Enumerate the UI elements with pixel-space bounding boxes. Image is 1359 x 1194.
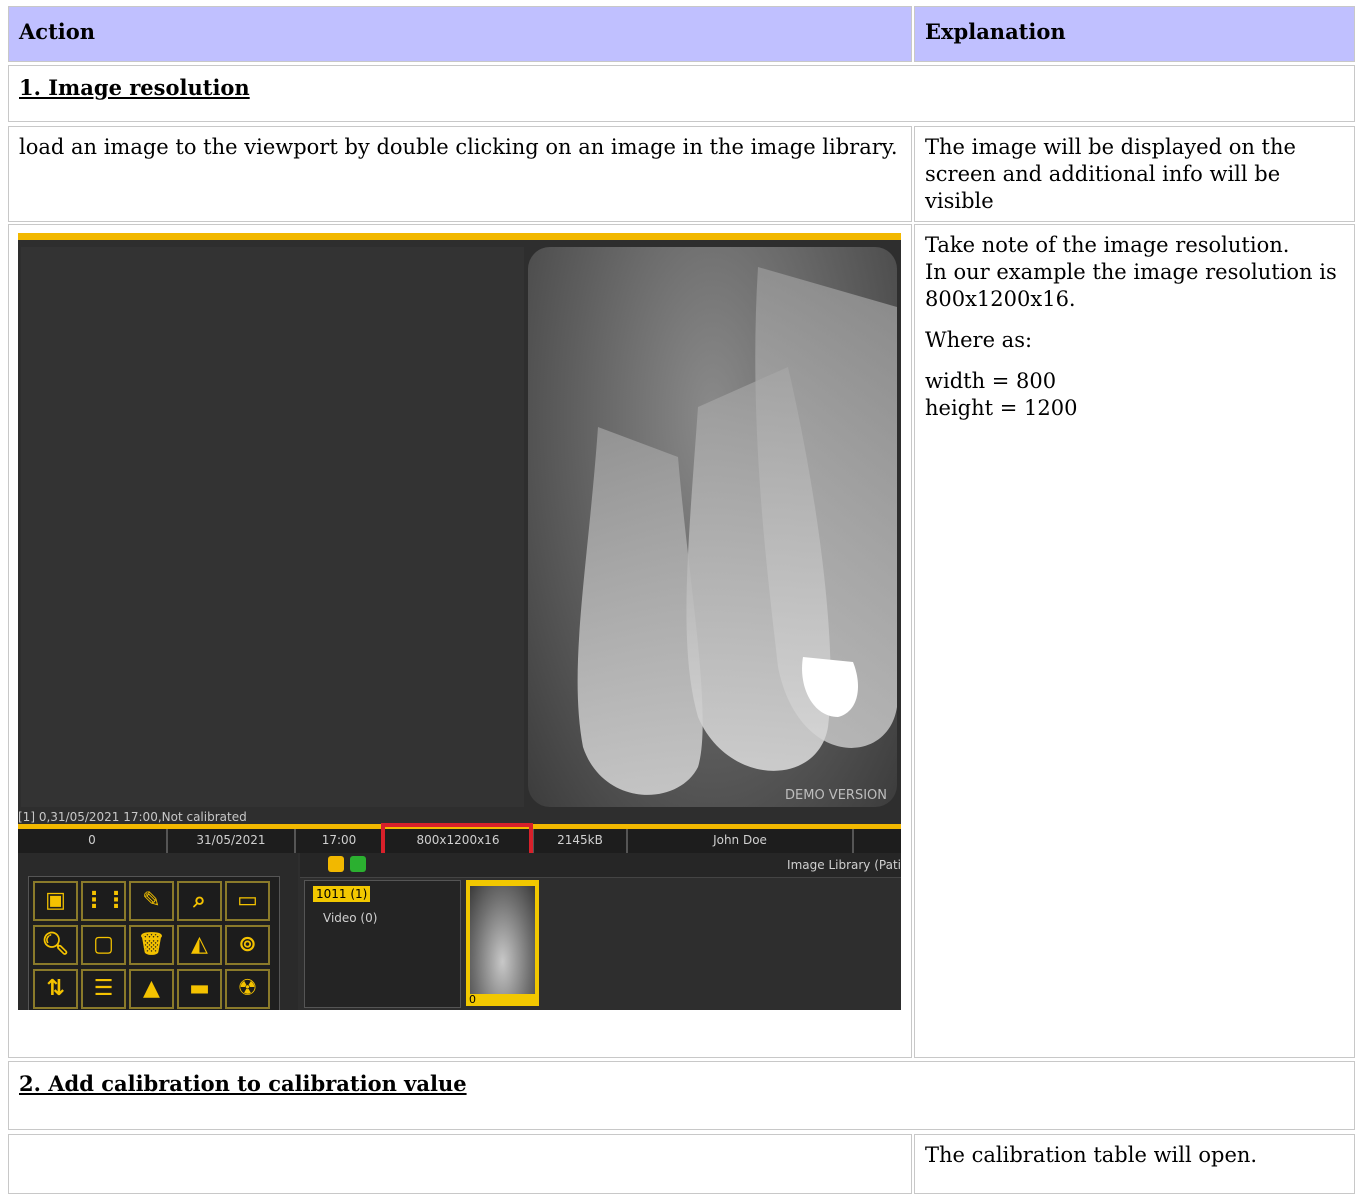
info-field: 31/05/2021 — [168, 829, 296, 853]
explanation-line-2: In our example the image resolution is 8… — [925, 260, 1337, 311]
header-action: Action — [8, 6, 912, 62]
empty-viewport — [21, 247, 524, 807]
info-field: 0 — [18, 829, 168, 853]
info-field: 2145kB — [534, 829, 628, 853]
export-icon[interactable]: ⊚ — [225, 925, 270, 965]
row2-explanation: Take note of the image resolution. In ou… — [914, 224, 1355, 1058]
library-add-icon[interactable] — [328, 856, 344, 872]
select-tool-icon[interactable]: ⌕ — [177, 881, 222, 921]
status-line: [1] 0,31/05/2021 17:00,Not calibrated — [18, 810, 247, 824]
row1-action-text: load an image to the viewport by double … — [19, 135, 898, 159]
section2-explanation-text: The calibration table will open. — [925, 1143, 1258, 1167]
section-title-1-text: 1. Image resolution — [19, 75, 250, 100]
row1-explanation: The image will be displayed on the scree… — [914, 126, 1355, 222]
library-title: Image Library (Pati — [787, 858, 901, 872]
section-title-2-text: 2. Add calibration to calibration value — [19, 1071, 467, 1096]
library-green-icon[interactable] — [350, 856, 366, 872]
image-icon[interactable]: ▲ — [129, 969, 174, 1009]
tree-item-video[interactable]: Video (0) — [323, 911, 377, 925]
scan-icon[interactable]: ☰ — [81, 969, 126, 1009]
explanation-line-5: height = 1200 — [925, 396, 1078, 420]
watermark: DEMO VERSION — [785, 788, 887, 803]
print-icon[interactable]: ▬ — [177, 969, 222, 1009]
section-title-2: 2. Add calibration to calibration value — [8, 1061, 1355, 1130]
viewport-top-bar — [18, 233, 901, 240]
save-icon[interactable]: ▢ — [81, 925, 126, 965]
explanation-para-1: Take note of the image resolution. In ou… — [925, 232, 1346, 313]
section2-row-explanation: The calibration table will open. — [914, 1134, 1355, 1194]
radiation-icon[interactable]: ☢ — [225, 969, 270, 1009]
section-title-1: 1. Image resolution — [8, 65, 1355, 122]
film-strip-icon[interactable]: ⋮⋮ — [81, 881, 127, 921]
delete-icon[interactable]: 🗑︎ — [129, 925, 174, 965]
compare-icon[interactable]: ⇅ — [33, 969, 78, 1009]
tree-item-selected[interactable]: 1011 (1) — [313, 886, 371, 902]
gallery-icon[interactable]: ▣ — [33, 881, 78, 921]
zoom-icon[interactable]: 🔍︎ — [33, 925, 78, 965]
adjust-icon[interactable]: ◭ — [177, 925, 222, 965]
row1-action: load an image to the viewport by double … — [8, 126, 912, 222]
xray-teeth — [577, 267, 897, 795]
header-explanation: Explanation — [914, 6, 1355, 62]
tool-panel: ▣ ⋮⋮ ✎ ⌕ ▭ 🔍︎ ▢ 🗑︎ ◭ ⊚ ⇅ ☰ ▲ ▬ ☢ — [18, 853, 298, 1010]
explanation-line-3: Where as: — [925, 328, 1033, 352]
library-toolbar: Image Library (Pati — [300, 853, 901, 878]
explanation-line-4: width = 800 — [925, 369, 1057, 393]
thumbnail-label: 0 — [469, 993, 476, 1006]
info-field — [854, 829, 901, 853]
layout-icon[interactable]: ▭ — [225, 881, 270, 921]
info-field: 17:00 — [296, 829, 384, 853]
edit-icon[interactable]: ✎ — [129, 881, 174, 921]
image-thumbnail[interactable]: 0 — [466, 880, 539, 1006]
row1-explanation-text: The image will be displayed on the scree… — [925, 135, 1296, 213]
section2-row-action — [8, 1134, 912, 1194]
info-field-patient: John Doe — [628, 829, 854, 853]
explanation-line-1: Take note of the image resolution. — [925, 233, 1290, 257]
xray-image: DEMO VERSION — [528, 247, 897, 807]
app-screenshot: DEMO VERSION [1] 0,31/05/2021 17:00,Not … — [18, 233, 901, 1010]
library-tree: 1011 (1) Video (0) — [304, 880, 461, 1008]
